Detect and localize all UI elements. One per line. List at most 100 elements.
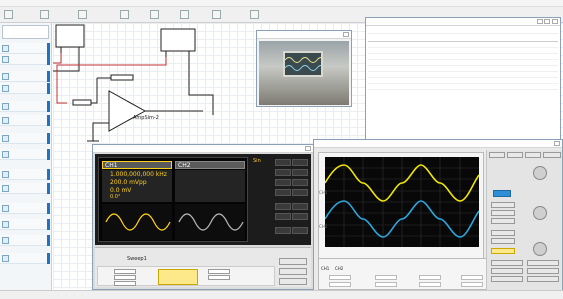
scope-mode-button[interactable] [507,152,523,158]
keypad-key[interactable] [292,227,308,234]
oscilloscope-block[interactable] [160,28,196,57]
ch1-tab[interactable]: CH1 [102,161,172,169]
signal-generator-window[interactable]: CH1 CH2 1.000,000,000 kHz 200.0 mVpp 0.0… [92,144,314,290]
param-field[interactable] [114,269,136,274]
keypad-key[interactable] [275,227,291,234]
camera-window[interactable] [256,30,352,107]
toolbar-icon-3[interactable] [78,10,87,19]
toolbar-icon-4[interactable] [120,10,129,19]
generator-side-button[interactable] [279,268,307,275]
param-field[interactable] [208,269,230,274]
quick-key[interactable] [527,268,559,274]
ch2-tab[interactable]: CH2 [175,161,245,169]
measure-value-box [461,275,483,280]
quick-key[interactable] [491,260,523,266]
param-field[interactable] [114,281,136,286]
param-grid [97,266,275,286]
sidebar-item-2[interactable] [0,54,50,65]
quick-key[interactable] [527,276,559,282]
component-icon [2,255,9,262]
sidebar-marker [47,203,50,214]
sidebar-item-3[interactable] [0,71,50,82]
close-icon[interactable] [305,146,311,151]
scope-mode-button[interactable] [525,152,541,158]
sidebar-item-9[interactable] [0,169,50,180]
generator-side-button[interactable] [279,278,307,285]
close-icon[interactable] [343,32,349,37]
quick-key[interactable] [527,260,559,266]
toolbar-icon-6[interactable] [180,10,189,19]
close-icon[interactable] [552,19,558,24]
close-icon[interactable] [554,141,560,146]
camera-photo [259,41,349,105]
scope-highlight-field[interactable] [491,248,515,254]
sidebar-item-12[interactable] [0,219,50,230]
toolbar-icon-5[interactable] [150,10,159,19]
wave-menu-item[interactable]: Sin [253,159,261,164]
scope-tab[interactable]: CH2 [335,267,343,271]
scope-tab[interactable]: CH1 [321,267,329,271]
keypad-key[interactable] [292,189,308,196]
sidebar-item-14[interactable] [0,253,50,264]
toolbar-icon-8[interactable] [250,10,259,19]
param-field[interactable] [208,275,230,280]
keypad-key[interactable] [275,179,291,186]
measure-value-box [375,282,397,287]
sidebar-item-5[interactable] [0,101,50,112]
param-tab[interactable]: Sweep1 [127,257,147,262]
keypad-key[interactable] [275,203,291,210]
sidebar-search[interactable] [2,25,49,39]
scope-knob[interactable] [533,242,547,256]
scope-setting-button[interactable] [491,202,515,208]
keypad-key[interactable] [292,159,308,166]
toolbar-icon-2[interactable] [40,10,49,19]
component-icon [2,221,9,228]
results-window[interactable] [365,17,561,145]
scope-mode-button[interactable] [543,152,561,158]
component-icon [2,185,9,192]
minimize-icon[interactable] [537,19,543,24]
keypad-key[interactable] [292,203,308,210]
sidebar-item-11[interactable] [0,203,50,214]
keypad-key[interactable] [292,213,308,220]
sidebar-marker [47,169,50,180]
resistor-feedback[interactable] [110,74,134,81]
keypad-key[interactable] [292,179,308,186]
toolbar-icon-7[interactable] [212,10,221,19]
keypad-key[interactable] [292,169,308,176]
sidebar-item-8[interactable] [0,149,50,160]
sidebar-item-13[interactable] [0,235,50,246]
scope-setting-button[interactable] [491,210,515,216]
results-row-3 [368,55,558,60]
scope-knob[interactable] [533,206,547,220]
scope-mode-button[interactable] [489,152,505,158]
sidebar-item-10[interactable] [0,183,50,194]
scope-setting-button[interactable] [491,238,515,244]
signal-source-block[interactable] [55,24,85,53]
keypad-key[interactable] [275,189,291,196]
oscilloscope-window[interactable]: CH1 CH2 CH1 CH2 [313,139,563,291]
wire-scope-ground [188,57,214,115]
sidebar-item-7[interactable] [0,133,50,144]
quick-key[interactable] [491,268,523,274]
ch1-enable-button[interactable] [493,190,511,197]
quick-key[interactable] [491,276,523,282]
param-field[interactable] [114,275,136,280]
sidebar-item-4[interactable] [0,83,50,94]
generator-side-button[interactable] [279,258,307,265]
sidebar-item-6[interactable] [0,115,50,126]
resistor-input[interactable] [72,99,92,106]
wire-input [91,78,98,104]
param-field-highlight[interactable] [158,269,198,285]
keypad-key[interactable] [275,169,291,176]
opamp-symbol[interactable] [108,90,203,132]
maximize-icon[interactable] [544,19,550,24]
sidebar-item-1[interactable] [0,43,50,54]
param-tabs: Sweep1 [97,257,247,264]
scope-knob[interactable] [533,166,547,180]
scope-setting-button[interactable] [491,218,515,224]
keypad-key[interactable] [275,159,291,166]
toolbar-icon-1[interactable] [4,10,13,19]
scope-setting-button[interactable] [491,230,515,236]
keypad-key[interactable] [275,213,291,220]
